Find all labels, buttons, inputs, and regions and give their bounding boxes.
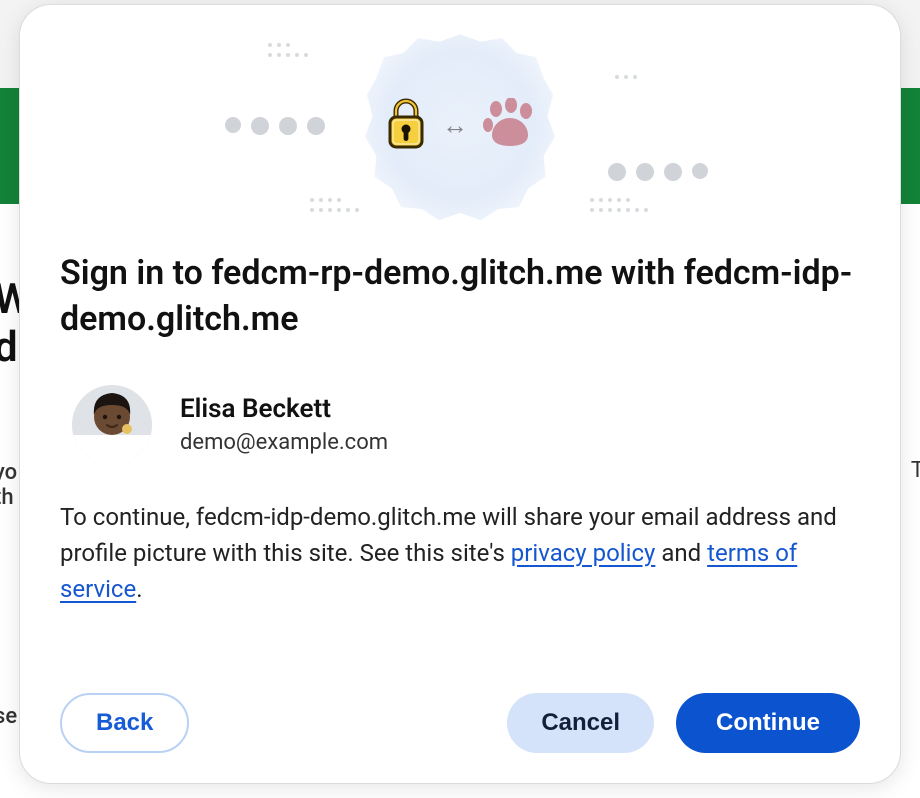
disclosure-suffix: . xyxy=(136,575,142,603)
illustration-blob: ↔ xyxy=(365,30,555,220)
fedcm-signin-dialog: ↔ Sign in to fedcm-rp-demo.glitch.me wit… xyxy=(19,4,901,784)
lock-icon xyxy=(384,95,428,155)
privacy-policy-link[interactable]: privacy policy xyxy=(511,539,656,567)
continue-button[interactable]: Continue xyxy=(676,693,860,753)
paw-icon xyxy=(482,98,536,152)
page-text-fragment-2: se xyxy=(0,704,18,729)
dots-decoration xyxy=(268,43,308,57)
swap-arrow-icon: ↔ xyxy=(442,110,468,141)
page-heading-fragment: We do xyxy=(0,276,20,373)
dots-decoration xyxy=(608,163,708,181)
account-email: demo@example.com xyxy=(180,430,388,455)
dialog-button-row: Back Cancel Continue xyxy=(60,673,860,753)
dialog-illustration: ↔ xyxy=(60,33,860,243)
disclosure-connector: and xyxy=(655,539,707,567)
dots-decoration xyxy=(310,198,359,212)
dialog-title: Sign in to fedcm-rp-demo.glitch.me with … xyxy=(60,251,860,343)
dots-decoration xyxy=(225,117,325,135)
page-text-fragment-1: yo th xyxy=(0,460,18,511)
page-text-fragment-right: T xyxy=(904,458,920,484)
dots-decoration xyxy=(615,75,637,79)
account-row: Elisa Beckett demo@example.com xyxy=(60,385,860,465)
account-name: Elisa Beckett xyxy=(180,394,388,424)
disclosure-text: To continue, fedcm-idp-demo.glitch.me wi… xyxy=(60,499,860,607)
back-button[interactable]: Back xyxy=(60,693,189,753)
dots-decoration xyxy=(590,198,648,212)
avatar xyxy=(72,385,152,465)
cancel-button[interactable]: Cancel xyxy=(507,693,654,753)
